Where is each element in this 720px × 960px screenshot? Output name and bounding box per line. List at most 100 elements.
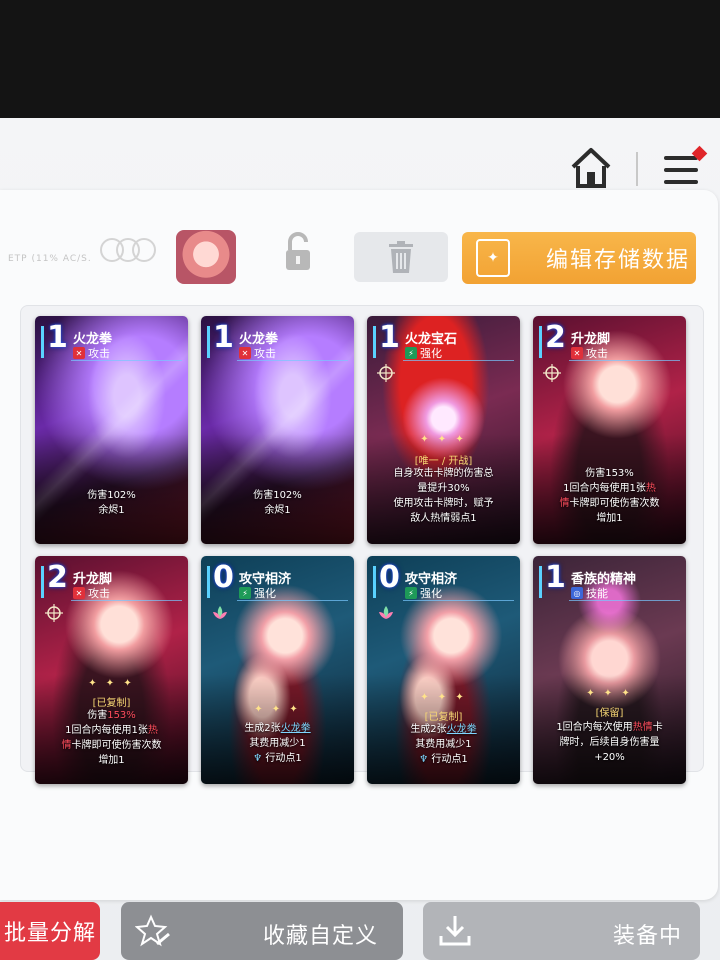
card-desc-line: 其费用减少1 — [415, 739, 472, 750]
lightning-icon: ⚡ — [405, 347, 417, 359]
card-desc-line: 使用攻击卡牌时，赋予 — [393, 498, 494, 509]
card-desc-line: 增加1 — [596, 513, 623, 524]
crossed-swords-icon: ✕ — [571, 347, 583, 359]
card-type: 攻击 — [586, 347, 608, 360]
crossed-swords-icon: ✕ — [73, 347, 85, 359]
card-desc-line: 余烬1 — [98, 505, 125, 516]
card-type: 攻击 — [254, 347, 276, 360]
card-fragrant-clan-spirit[interactable]: 1 香族的精神 ◎ 技能 ✦ ✦ ✦ [保留] 1回合内每次使用热情卡 牌时，后… — [533, 556, 686, 784]
character-avatar[interactable] — [176, 230, 236, 284]
lightning-icon: ⚡ — [405, 587, 417, 599]
home-icon — [571, 148, 611, 188]
home-button[interactable] — [566, 144, 616, 194]
card-type: 强化 — [420, 347, 442, 360]
sparkle-decoration: ✦ ✦ ✦ — [420, 434, 467, 445]
card-desc-line: 增加1 — [98, 755, 125, 766]
card-cost: 0 — [213, 560, 234, 595]
crossed-swords-icon: ✕ — [239, 347, 251, 359]
card-cost: 0 — [379, 560, 400, 595]
favorite-custom-button[interactable]: 收藏自定义 — [121, 902, 403, 960]
edit-save-label: 编辑存储数据 — [546, 248, 691, 273]
card-cost: 2 — [47, 560, 68, 595]
card-offense-defense[interactable]: 0 攻守相济 ⚡ 强化 ✦ ✦ ✦ [已复制] 生成2张火龙拳 其费用减少1 ♆… — [367, 556, 520, 784]
top-bar — [0, 118, 720, 198]
card-desc-line: 伤害153% — [87, 710, 136, 721]
card-fire-dragon-fist[interactable]: 1 火龙拳 ✕ 攻击 伤害102% 余烬1 — [201, 316, 354, 544]
sparkle-decoration: ✦ ✦ ✦ — [586, 688, 633, 699]
card-desc-line: 其费用减少1 — [249, 738, 306, 749]
card-desc-line: 伤害102% — [253, 490, 302, 501]
deck-grid: 1 火龙拳 ✕ 攻击 伤害102% 余烬1 1 火龙拳 ✕ 攻击 伤害102% … — [20, 305, 704, 784]
crossed-swords-icon: ✕ — [73, 587, 85, 599]
card-type: 攻击 — [88, 587, 110, 600]
card-desc-line: 牌时，后续自身伤害量 — [559, 737, 660, 748]
card-desc-line: 余烬1 — [264, 505, 291, 516]
crosshair-icon — [377, 364, 395, 382]
action-point-icon: ♆ — [419, 754, 432, 765]
equipped-label: 装备中 — [613, 924, 683, 949]
card-offense-defense[interactable]: 0 攻守相济 ⚡ 强化 ✦ ✦ ✦ 生成2张火龙拳 其费用减少1 ♆ 行动点1 — [201, 556, 354, 784]
faint-stats-text: ETP (11% AC/S. — [8, 254, 92, 264]
card-type: 强化 — [420, 587, 442, 600]
lotus-icon — [213, 606, 227, 619]
card-desc-line: 生成2张火龙拳 — [410, 724, 477, 735]
card-desc-line: 情卡牌即可使伤害次数 — [559, 498, 660, 509]
card-cost: 1 — [545, 560, 566, 595]
batch-decompose-button[interactable]: 批量分解 — [0, 902, 100, 960]
card-desc-line: 情卡牌即可使伤害次数 — [61, 740, 162, 751]
card-rising-dragon-kick[interactable]: 2 升龙脚 ✕ 攻击 ✦ ✦ ✦ [已复制] 伤害153% 1回合内每使用1张热… — [35, 556, 188, 784]
card-desc-line: ♆ 行动点1 — [253, 753, 302, 764]
topbar-divider — [636, 152, 638, 186]
sparkle-decoration: ✦ ✦ ✦ — [254, 704, 301, 715]
menu-button[interactable] — [660, 145, 708, 194]
card-desc-line: 伤害102% — [87, 490, 136, 501]
card-cost: 2 — [545, 320, 566, 355]
card-badge: [已复制] — [92, 698, 131, 709]
card-type: 技能 — [586, 587, 608, 600]
card-type: 攻击 — [88, 347, 110, 360]
crosshair-icon — [45, 604, 63, 622]
edit-save-data-button[interactable]: ✦ 编辑存储数据 — [462, 232, 696, 284]
download-tray-icon — [439, 916, 471, 946]
card-desc-line: 敌人热情弱点1 — [410, 513, 477, 524]
card-desc-line: 1回合内每使用1张热 — [563, 483, 656, 494]
rings-icon — [100, 238, 156, 262]
card-desc-line: 伤害153% — [585, 468, 634, 479]
card-desc-line: 生成2张火龙拳 — [244, 723, 311, 734]
action-point-icon: ♆ — [253, 753, 266, 764]
card-cost: 1 — [379, 320, 400, 355]
star-edit-icon — [135, 914, 170, 947]
card-cost: 1 — [213, 320, 234, 355]
card-desc-line: 1回合内每使用1张热 — [65, 725, 158, 736]
card-desc-line: 量提升30% — [417, 483, 470, 494]
card-edit-icon: ✦ — [476, 239, 510, 277]
lightning-icon: ⚡ — [239, 587, 251, 599]
card-cost: 1 — [47, 320, 68, 355]
card-badge: [已复制] — [424, 712, 463, 723]
card-fire-dragon-gem[interactable]: 1 火龙宝石 ⚡ 强化 ✦ ✦ ✦ [唯一 / 开战] 自身攻击卡牌的伤害总 量… — [367, 316, 520, 544]
card-desc-line: 自身攻击卡牌的伤害总 — [393, 468, 494, 479]
skill-icon: ◎ — [571, 587, 583, 599]
card-rising-dragon-kick[interactable]: 2 升龙脚 ✕ 攻击 伤害153% 1回合内每使用1张热 情卡牌即可使伤害次数 … — [533, 316, 686, 544]
lotus-icon — [379, 606, 393, 619]
sparkle-decoration: ✦ ✦ ✦ — [88, 678, 135, 689]
crosshair-icon — [543, 364, 561, 382]
card-desc-line: ♆ 行动点1 — [419, 754, 468, 765]
lock-button[interactable] — [282, 230, 314, 274]
card-fire-dragon-fist[interactable]: 1 火龙拳 ✕ 攻击 伤害102% 余烬1 — [35, 316, 188, 544]
equipped-button[interactable]: 装备中 — [423, 902, 700, 960]
deck-panel: ETP (11% AC/S. ✦ 编辑存储数据 1 火龙拳 ✕ 攻击 伤害102… — [0, 190, 718, 900]
card-badge: [唯一 / 开战] — [414, 456, 473, 467]
card-desc-line: 1回合内每次使用热情卡 — [556, 722, 663, 733]
card-badge: [保留] — [595, 708, 624, 719]
favorite-custom-label: 收藏自定义 — [263, 924, 379, 949]
bottom-bar: 批量分解 收藏自定义 装备中 — [0, 890, 720, 960]
batch-decompose-label: 批量分解 — [3, 921, 96, 946]
trash-icon — [389, 241, 413, 273]
card-type: 强化 — [254, 587, 276, 600]
sparkle-decoration: ✦ ✦ ✦ — [420, 692, 467, 703]
deck-screen: ETP (11% AC/S. ✦ 编辑存储数据 1 火龙拳 ✕ 攻击 伤害102… — [0, 118, 720, 960]
unlock-icon — [286, 232, 310, 270]
delete-button[interactable] — [354, 232, 448, 282]
card-desc-line: +20% — [594, 752, 625, 763]
